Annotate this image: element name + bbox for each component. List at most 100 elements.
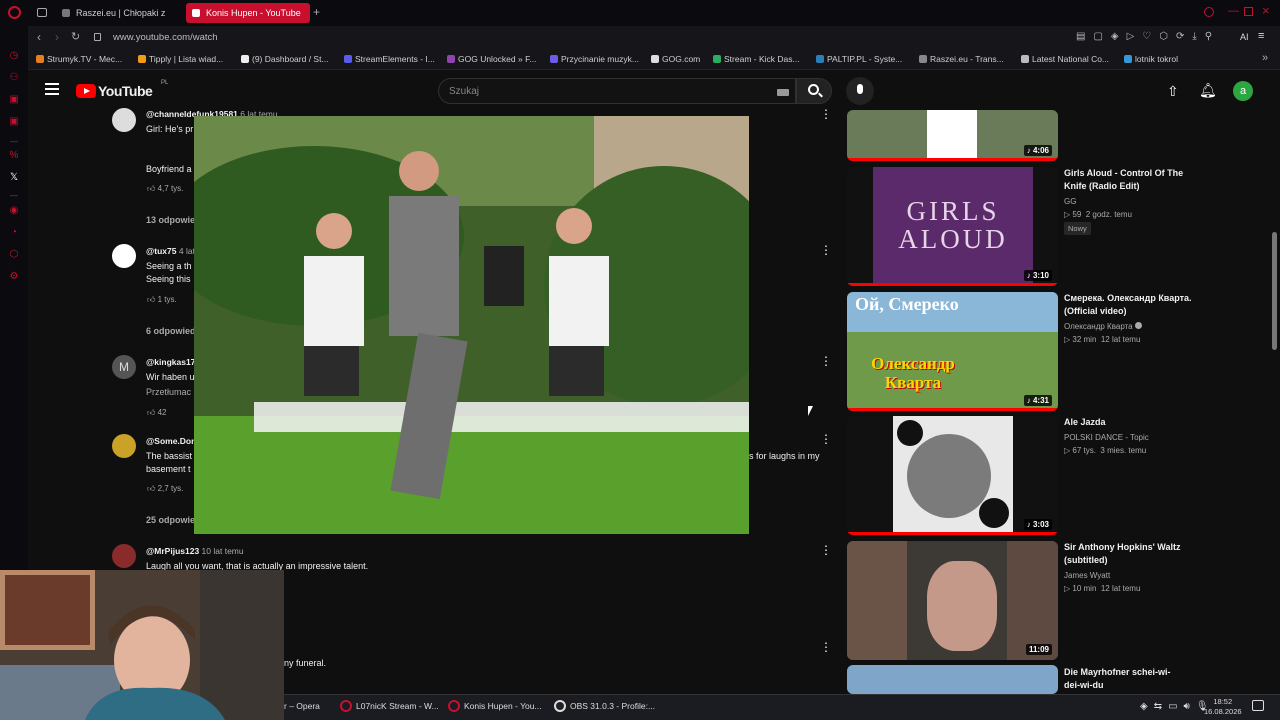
bookmark-item[interactable]: Stream - Kick Das... <box>713 54 800 64</box>
replies-toggle[interactable]: 13 odpowie <box>146 215 195 225</box>
like-count[interactable]: 👍︎ 1 tys. <box>147 295 177 305</box>
search-button[interactable] <box>796 78 832 104</box>
rec-thumbnail[interactable]: Ой, Смереко Олександр Кварта ♪ 4:31 <box>847 292 1058 411</box>
rec-channel[interactable]: POLSKI DANCE - Topic <box>1064 433 1149 442</box>
search-input[interactable]: Szukaj <box>438 78 796 104</box>
taskbar-item-active[interactable]: Konis Hupen - You... <box>448 700 542 712</box>
close-window-button[interactable]: × <box>1262 3 1270 18</box>
new-tab-button[interactable]: + <box>313 5 320 19</box>
bookmark-item[interactable]: StreamElements - I... <box>344 54 435 64</box>
comment-author[interactable]: @MrPijus123 <box>146 546 199 556</box>
taskbar-item[interactable]: OBS 31.0.3 - Profile:... <box>554 700 655 712</box>
rec-thumbnail[interactable] <box>847 665 1058 694</box>
sidebar-music-icon[interactable]: ▣ <box>8 94 20 106</box>
comment-author[interactable]: @Some.Donk <box>146 436 201 446</box>
tab-raszei[interactable]: Raszei.eu | Chłopaki z <box>56 3 176 23</box>
bookmark-item[interactable]: (9) Dashboard / St... <box>241 54 329 64</box>
notifications-icon[interactable] <box>1252 700 1264 711</box>
rec-thumbnail[interactable]: 11:09 <box>847 541 1058 660</box>
video-player[interactable] <box>194 116 749 534</box>
sidebar-pinboard-icon[interactable]: ◉ <box>8 205 20 217</box>
back-icon[interactable]: ‹ <box>37 30 41 44</box>
minimize-button[interactable]: — <box>1228 5 1239 17</box>
tray-clock[interactable]: 18:52 16.08.2026 <box>1204 697 1242 717</box>
translate-link[interactable]: Przetłumac <box>146 387 191 397</box>
sidebar-history-icon[interactable]: ◔ <box>8 227 20 239</box>
comment-menu-icon[interactable]: ⋮ <box>820 108 832 120</box>
rec-title[interactable]: Die Mayrhofner schei-wi-dei-wi-du <box>1064 666 1184 692</box>
bookmark-item[interactable]: GOG Unlocked » F... <box>447 54 536 64</box>
voice-search-button[interactable] <box>846 77 874 105</box>
sidebar-extensions-icon[interactable]: ⬡ <box>8 249 20 261</box>
comment-menu-icon[interactable]: ⋮ <box>820 433 832 445</box>
like-count[interactable]: 👍︎ 4,7 tys. <box>147 184 183 194</box>
comment-time[interactable]: 4 lat <box>179 246 195 256</box>
comment-avatar[interactable]: M <box>112 355 136 379</box>
tab-youtube-active[interactable]: Konis Hupen - YouTube <box>186 3 310 23</box>
sidebar-aria-icon[interactable]: ◷ <box>8 50 20 62</box>
maximize-button[interactable] <box>1244 7 1253 16</box>
bookmark-item[interactable]: Raszei.eu - Trans... <box>919 54 1004 64</box>
bookmark-item[interactable]: Strumyk.TV - Mec... <box>36 54 122 64</box>
replies-toggle[interactable]: 25 odpowie <box>146 515 195 525</box>
rec-channel[interactable]: James Wyatt <box>1064 571 1110 580</box>
bookmark-favicon-icon <box>138 55 146 63</box>
sidebar-player-icon[interactable]: ▣ <box>8 116 20 128</box>
bookmark-item[interactable]: GOG.com <box>651 54 700 64</box>
comment-avatar[interactable] <box>112 544 136 568</box>
reload-icon[interactable]: ↻ <box>71 30 80 43</box>
keyboard-icon[interactable] <box>777 89 789 96</box>
rec-title[interactable]: Girls Aloud - Control Of The Knife (Radi… <box>1064 167 1204 193</box>
search-tabs-icon[interactable] <box>1204 7 1214 17</box>
browser-menu-icon[interactable]: ≡ <box>1258 30 1264 42</box>
like-count[interactable]: 👍︎ 2,7 tys. <box>147 484 183 494</box>
comment-author[interactable]: @kingkas174 <box>146 357 200 367</box>
bookmark-item[interactable]: Latest National Co... <box>1021 54 1109 64</box>
rec-channel[interactable]: Олександр Кварта <box>1064 322 1142 331</box>
rec-thumbnail[interactable]: ♪ 3:03 <box>847 416 1058 535</box>
comment-menu-icon[interactable]: ⋮ <box>820 355 832 367</box>
microphone-icon <box>857 84 863 94</box>
hamburger-menu-icon[interactable] <box>45 83 59 95</box>
replies-toggle[interactable]: 6 odpowied <box>146 326 196 336</box>
comment-avatar[interactable] <box>112 108 136 132</box>
sidebar-percent-icon[interactable]: % <box>8 150 20 162</box>
ai-button[interactable]: AI <box>1240 32 1249 42</box>
duration-badge: ♪ 4:31 <box>1023 395 1052 406</box>
comment-time[interactable]: 10 lat temu <box>202 546 244 556</box>
rec-channel[interactable]: GG <box>1064 197 1076 206</box>
url-field[interactable]: www.youtube.com/watch <box>113 32 218 43</box>
notifications-bell-icon[interactable]: 🔔︎ <box>1199 82 1217 99</box>
rec-meta: ▷ 59 2 godz. temu <box>1064 210 1132 219</box>
taskbar-item[interactable]: r – Opera <box>268 701 320 711</box>
address-bar-tools-icon[interactable]: ▤▢◈▷♡⬡⟳⤓⚲ <box>1076 31 1220 42</box>
rec-title[interactable]: Sir Anthony Hopkins' Waltz (subtitled) <box>1064 541 1204 567</box>
rec-title[interactable]: Ale Jazda <box>1064 416 1204 429</box>
bookmark-item[interactable]: Przycinanie muzyk... <box>550 54 639 64</box>
avatar[interactable]: a <box>1233 81 1253 101</box>
taskbar-item[interactable]: L07nicK Stream - W... <box>340 700 439 712</box>
bookmark-item[interactable]: lotnik tokrol <box>1124 54 1178 64</box>
like-count[interactable]: 👍︎ 42 <box>147 408 167 418</box>
upload-icon[interactable]: ⇧ <box>1167 83 1179 100</box>
comment-menu-icon[interactable]: ⋮ <box>820 641 832 653</box>
opera-logo-icon[interactable] <box>8 6 21 19</box>
bookmark-item[interactable]: Tipply | Lista wiad... <box>138 54 223 64</box>
tab-menu-icon[interactable] <box>37 8 47 17</box>
comment-author[interactable]: @tux75 <box>146 246 177 256</box>
comment-menu-icon[interactable]: ⋮ <box>820 244 832 256</box>
bookmark-item[interactable]: PALTIP.PL - Syste... <box>816 54 902 64</box>
sidebar-x-icon[interactable]: 𝕏 <box>8 172 20 184</box>
rec-thumbnail[interactable]: ♪ 4:06 <box>847 110 1058 161</box>
comment-avatar[interactable] <box>112 244 136 268</box>
sidebar-messenger-icon[interactable]: ⚇ <box>8 72 20 84</box>
sidebar-settings-icon[interactable]: ⚙ <box>8 271 20 283</box>
rec-title[interactable]: Смерека. Олександр Кварта.(Official vide… <box>1064 292 1204 318</box>
comment-menu-icon[interactable]: ⋮ <box>820 544 832 556</box>
rec-thumbnail[interactable]: GIRLS ALOUD ♪ 3:10 <box>847 167 1058 286</box>
bookmarks-overflow-icon[interactable]: » <box>1262 52 1268 64</box>
youtube-favicon-icon <box>192 9 200 17</box>
forward-icon[interactable]: › <box>55 30 59 44</box>
page-scrollbar[interactable] <box>1272 232 1277 350</box>
comment-avatar[interactable] <box>112 434 136 458</box>
